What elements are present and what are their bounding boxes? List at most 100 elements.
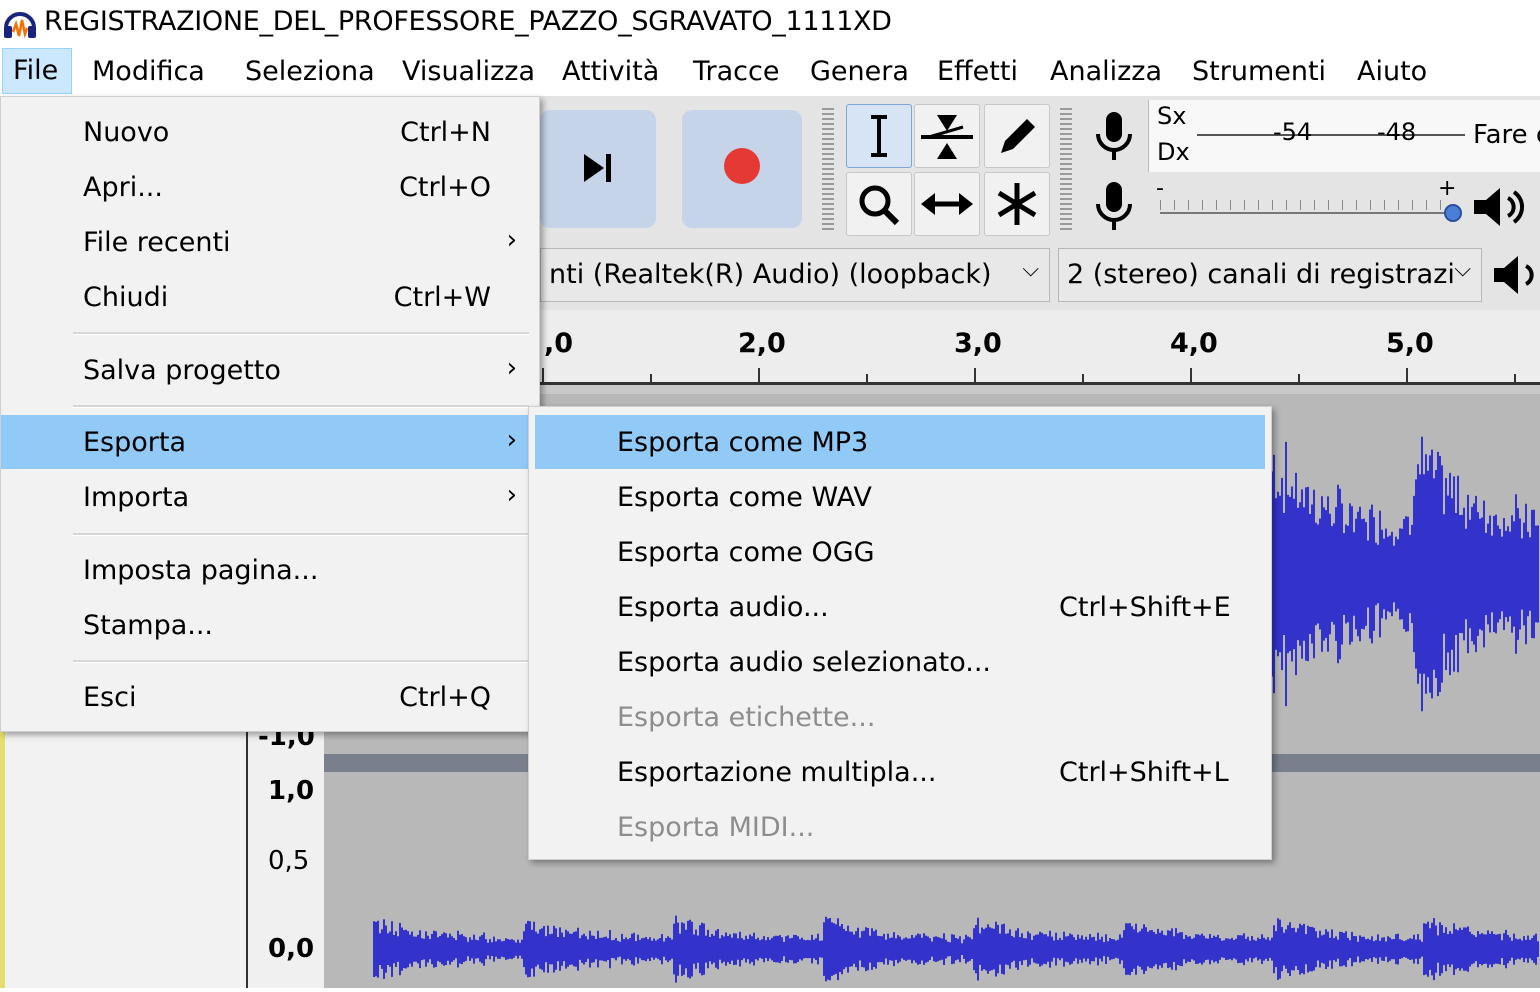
- speaker-icon: [1474, 188, 1524, 226]
- ruler-label: ,0: [544, 328, 574, 359]
- ruler-tick: [1514, 374, 1516, 382]
- menu-item-nuovo[interactable]: Nuovo Ctrl+N: [1, 105, 529, 159]
- chevron-down-icon: ⌵: [1022, 257, 1039, 282]
- playback-device-value: nti (Realtek(R) Audio) (loopback): [549, 259, 992, 290]
- ruler-label: 3,0: [954, 328, 1002, 359]
- audio-host-speaker-icon: [1490, 248, 1540, 302]
- record-volume-slider[interactable]: [1160, 212, 1454, 214]
- skip-to-end-button[interactable]: [540, 110, 656, 228]
- amplitude-label: 0,0: [268, 934, 315, 964]
- file-menu-dropdown: Nuovo Ctrl+N Apri... Ctrl+O File recenti…: [0, 96, 540, 732]
- menu-item-imposta-pagina[interactable]: Imposta pagina...: [1, 543, 529, 597]
- submenu-item-esportazione-multipla[interactable]: Esportazione multipla... Ctrl+Shift+L: [535, 745, 1265, 799]
- envelope-icon: [921, 115, 973, 159]
- ruler-tick: [542, 368, 544, 382]
- record-meter-button[interactable]: [1082, 104, 1146, 168]
- shortcut: Ctrl+Shift+L: [1059, 757, 1229, 788]
- menu-item-apri[interactable]: Apri... Ctrl+O: [1, 160, 529, 214]
- microphone-icon: [1096, 112, 1132, 160]
- pencil-icon: [1001, 119, 1035, 153]
- meter-right-label: Dx: [1157, 138, 1190, 166]
- menu-file[interactable]: File: [2, 48, 72, 94]
- submenu-item-esporta-wav[interactable]: Esporta come WAV: [535, 470, 1265, 524]
- chevron-right-icon: ›: [506, 425, 517, 455]
- chevron-down-icon: ⌵: [1454, 257, 1471, 282]
- menu-effetti[interactable]: Effetti: [937, 56, 1018, 87]
- window-title: REGISTRAZIONE_DEL_PROFESSORE_PAZZO_SGRAV…: [44, 6, 892, 37]
- waveform-samples: [373, 915, 1539, 983]
- meter-scale-line: [1197, 134, 1465, 136]
- magnifier-icon: [859, 185, 900, 226]
- audacity-app-icon: [4, 12, 36, 39]
- timeline-ruler[interactable]: ,0 2,0 3,0 4,0 5,0: [540, 310, 1540, 383]
- menu-tracce[interactable]: Tracce: [693, 56, 779, 87]
- meter-tick-label: -48: [1377, 118, 1417, 146]
- menu-item-esci[interactable]: Esci Ctrl+Q: [1, 670, 529, 724]
- draw-tool-button[interactable]: [984, 104, 1050, 168]
- submenu-item-esporta-ogg[interactable]: Esporta come OGG: [535, 525, 1265, 579]
- ruler-label: 2,0: [738, 328, 786, 359]
- playback-volume-icon[interactable]: [1470, 182, 1530, 232]
- menu-visualizza[interactable]: Visualizza: [402, 56, 535, 87]
- ruler-tick: [866, 374, 868, 382]
- amplitude-label: 1,0: [268, 776, 315, 806]
- ruler-tick: [650, 374, 652, 382]
- menu-aiuto[interactable]: Aiuto: [1357, 56, 1427, 87]
- menu-attivita[interactable]: Attività: [562, 56, 659, 87]
- selection-tool-button[interactable]: [846, 104, 912, 168]
- multi-tool-button[interactable]: [984, 172, 1050, 236]
- shortcut: Ctrl+W: [393, 282, 491, 313]
- menu-item-stampa[interactable]: Stampa...: [1, 598, 529, 652]
- playback-device-select[interactable]: nti (Realtek(R) Audio) (loopback) ⌵: [540, 248, 1050, 302]
- ruler-label: 4,0: [1170, 328, 1218, 359]
- menu-item-file-recenti[interactable]: File recenti ›: [1, 215, 529, 269]
- shortcut: Ctrl+N: [400, 117, 491, 148]
- menu-separator: [73, 405, 529, 408]
- menu-bar: File Modifica Seleziona Visualizza Attiv…: [0, 46, 1540, 100]
- menu-strumenti[interactable]: Strumenti: [1192, 56, 1326, 87]
- title-bar: REGISTRAZIONE_DEL_PROFESSORE_PAZZO_SGRAV…: [0, 0, 1540, 46]
- track-control-panel[interactable]: [0, 720, 251, 988]
- ruler-tick: [1298, 374, 1300, 382]
- record-volume-icon-button: [1082, 174, 1146, 238]
- record-icon: [724, 148, 760, 184]
- waveform-samples: [1263, 436, 1539, 712]
- submenu-item-esporta-audio-selezionato[interactable]: Esporta audio selezionato...: [535, 635, 1265, 689]
- microphone-icon: [1096, 182, 1132, 230]
- submenu-item-esporta-mp3[interactable]: Esporta come MP3: [535, 415, 1265, 469]
- meter-left-label: Sx: [1157, 102, 1187, 130]
- submenu-item-esporta-audio[interactable]: Esporta audio... Ctrl+Shift+E: [535, 580, 1265, 634]
- menu-item-esporta[interactable]: Esporta ›: [1, 415, 529, 469]
- speaker-icon: [1494, 256, 1534, 294]
- skip-end-icon: [584, 154, 611, 182]
- toolbar-grip[interactable]: [1060, 108, 1072, 230]
- track-amplitude-ruler: -1,0 1,0 0,5 0,0: [246, 720, 326, 988]
- menu-item-salva-progetto[interactable]: Salva progetto ›: [1, 343, 529, 397]
- menu-item-importa[interactable]: Importa ›: [1, 470, 529, 524]
- toolbar-grip[interactable]: [822, 108, 834, 230]
- amplitude-label: 0,5: [268, 846, 310, 876]
- menu-separator: [73, 332, 529, 335]
- recording-channels-select[interactable]: 2 (stereo) canali di registrazi ⌵: [1058, 248, 1482, 302]
- meter-start-monitoring-text[interactable]: Fare c: [1473, 120, 1540, 150]
- recording-meter[interactable]: Sx Dx -54 -48 Fare c: [1148, 100, 1540, 172]
- menu-item-chiudi[interactable]: Chiudi Ctrl+W: [1, 270, 529, 324]
- record-volume-thumb[interactable]: [1444, 204, 1462, 222]
- record-button[interactable]: [682, 110, 802, 228]
- envelope-tool-button[interactable]: [914, 104, 980, 168]
- zoom-tool-button[interactable]: [846, 172, 912, 236]
- menu-modifica[interactable]: Modifica: [92, 56, 205, 87]
- shortcut: Ctrl+O: [399, 172, 491, 203]
- ruler-tick: [1406, 368, 1408, 382]
- time-shift-tool-button[interactable]: [914, 172, 980, 236]
- ruler-label: 5,0: [1386, 328, 1434, 359]
- shortcut: Ctrl+Shift+E: [1059, 592, 1231, 623]
- chevron-right-icon: ›: [506, 353, 517, 383]
- slider-ticks: [1160, 200, 1454, 210]
- menu-seleziona[interactable]: Seleziona: [245, 56, 375, 87]
- menu-genera[interactable]: Genera: [810, 56, 909, 87]
- export-submenu: Esporta come MP3 Esporta come WAV Esport…: [528, 406, 1272, 860]
- menu-analizza[interactable]: Analizza: [1050, 56, 1162, 87]
- chevron-right-icon: ›: [506, 480, 517, 510]
- asterisk-icon: [997, 183, 1037, 225]
